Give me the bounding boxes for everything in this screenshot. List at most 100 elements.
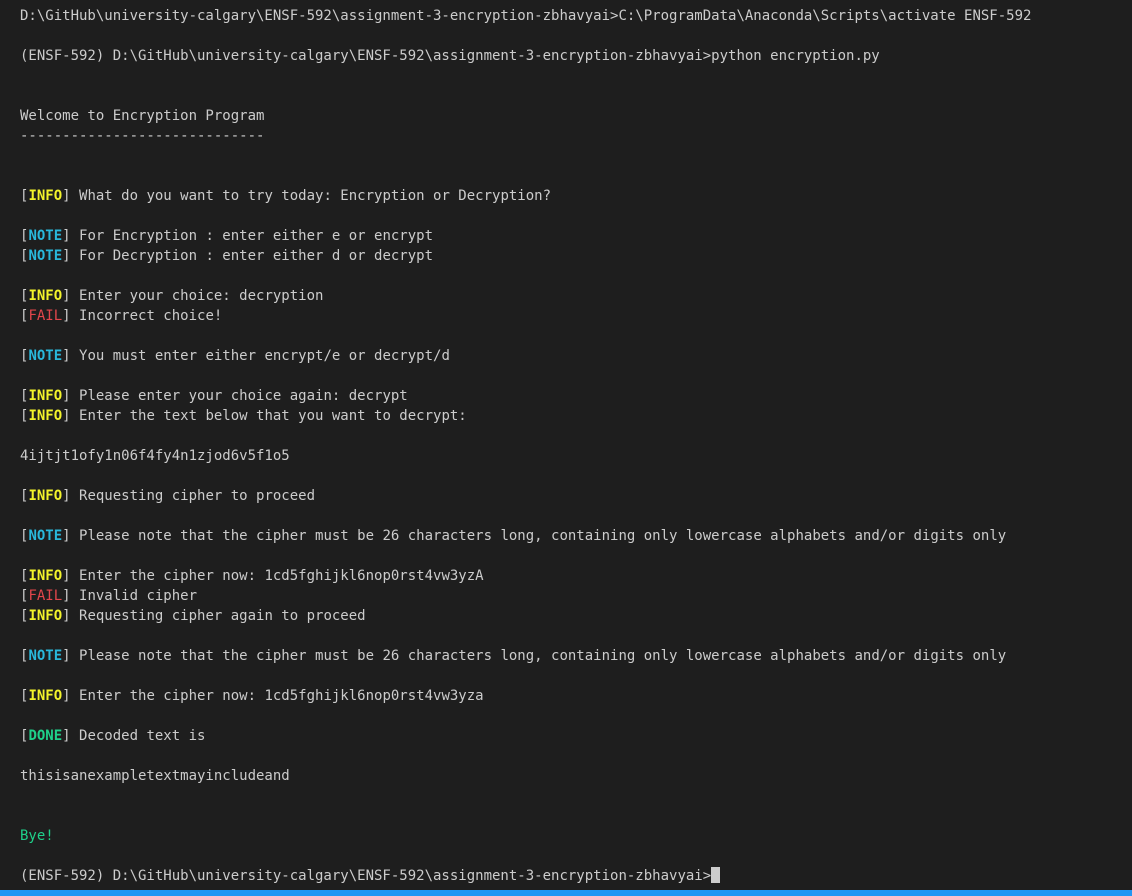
shell-prompt: (ENSF-592) D:\GitHub\university-calgary\… [20,868,712,884]
log-message: Enter the text below that you want to de… [79,408,467,424]
output-text: 4ijtjt1ofy1n06f4fy4n1zjod6v5f1o5 [20,448,290,464]
line-note-cipher-rules-2: [NOTE] Please note that the cipher must … [20,646,1132,666]
log-message: Decoded text is [79,728,206,744]
line-blank-7 [20,266,1132,286]
tag-bracket-close: ] [62,688,80,704]
log-tag-note: NOTE [28,648,63,664]
line-fail-invalid-cipher: [FAIL] Invalid cipher [20,586,1132,606]
line-blank-19 [20,806,1132,826]
line-welcome-underline: ----------------------------- [20,126,1132,146]
shell-prompt: (ENSF-592) D:\GitHub\university-calgary\… [20,48,880,64]
line-info-enter-text-below: [INFO] Enter the text below that you wan… [20,406,1132,426]
terminal-window[interactable]: D:\GitHub\university-calgary\ENSF-592\as… [0,0,1132,896]
line-info-enter-your-choice: [INFO] Enter your choice: decryption [20,286,1132,306]
line-blank-17 [20,746,1132,766]
tag-bracket-close: ] [62,388,80,404]
tag-bracket-close: ] [62,188,80,204]
log-tag-info: INFO [28,488,63,504]
log-tag-fail: FAIL [28,308,63,324]
output-text: thisisanexampletextmayincludeand [20,768,290,784]
line-note-must-enter-either: [NOTE] You must enter either encrypt/e o… [20,346,1132,366]
output-text: Welcome to Encryption Program [20,108,265,124]
line-blank-15 [20,666,1132,686]
log-message: Enter the cipher now: 1cd5fghijkl6nop0rs… [79,688,484,704]
line-blank-3 [20,86,1132,106]
line-blank-11 [20,466,1132,486]
line-blank-18 [20,786,1132,806]
line-python-command: (ENSF-592) D:\GitHub\university-calgary\… [20,46,1132,66]
line-note-cipher-rules-1: [NOTE] Please note that the cipher must … [20,526,1132,546]
log-tag-note: NOTE [28,348,63,364]
line-blank-14 [20,626,1132,646]
line-info-enter-cipher-1: [INFO] Enter the cipher now: 1cd5fghijkl… [20,566,1132,586]
log-tag-info: INFO [28,688,63,704]
tag-bracket-close: ] [62,228,80,244]
line-note-for-decryption: [NOTE] For Decryption : enter either d o… [20,246,1132,266]
line-blank-4 [20,146,1132,166]
log-message: Enter your choice: decryption [79,288,324,304]
text-cursor[interactable] [711,867,721,883]
tag-bracket-close: ] [62,308,80,324]
log-tag-info: INFO [28,408,63,424]
tag-bracket-close: ] [62,488,80,504]
log-message: Requesting cipher to proceed [79,488,316,504]
line-final-prompt: (ENSF-592) D:\GitHub\university-calgary\… [20,866,1132,886]
tag-bracket-close: ] [62,648,80,664]
tag-bracket-close: ] [62,568,80,584]
line-blank-5 [20,166,1132,186]
log-tag-info: INFO [28,388,63,404]
line-fail-incorrect-choice: [FAIL] Incorrect choice! [20,306,1132,326]
line-blank-1 [20,26,1132,46]
log-tag-note: NOTE [28,248,63,264]
log-tag-info: INFO [28,288,63,304]
tag-bracket-close: ] [62,588,80,604]
tag-bracket-close: ] [62,608,80,624]
line-decoded-output: thisisanexampletextmayincludeand [20,766,1132,786]
tag-bracket-close: ] [62,528,80,544]
tag-bracket-close: ] [62,248,80,264]
shell-prompt: D:\GitHub\university-calgary\ENSF-592\as… [20,8,1032,24]
log-message: For Encryption : enter either e or encry… [79,228,434,244]
line-blank-9 [20,366,1132,386]
farewell-message: Bye! [20,828,54,844]
tag-bracket-close: ] [62,288,80,304]
line-info-requesting-cipher: [INFO] Requesting cipher to proceed [20,486,1132,506]
line-blank-12 [20,506,1132,526]
line-info-requesting-cipher-again: [INFO] Requesting cipher again to procee… [20,606,1132,626]
line-activate-command: D:\GitHub\university-calgary\ENSF-592\as… [20,6,1132,26]
tag-bracket-close: ] [62,348,80,364]
tag-bracket-close: ] [62,728,80,744]
output-text: ----------------------------- [20,128,265,144]
line-blank-16 [20,706,1132,726]
line-info-what-do-you-want: [INFO] What do you want to try today: En… [20,186,1132,206]
log-message: Invalid cipher [79,588,198,604]
log-message: For Decryption : enter either d or decry… [79,248,434,264]
terminal-output: D:\GitHub\university-calgary\ENSF-592\as… [20,6,1132,886]
log-tag-info: INFO [28,568,63,584]
log-tag-info: INFO [28,608,63,624]
tag-bracket-close: ] [62,408,80,424]
line-blank-13 [20,546,1132,566]
window-bottom-accent-bar [0,890,1132,896]
log-message: You must enter either encrypt/e or decry… [79,348,450,364]
line-blank-10 [20,426,1132,446]
line-blank-8 [20,326,1132,346]
log-tag-fail: FAIL [28,588,63,604]
